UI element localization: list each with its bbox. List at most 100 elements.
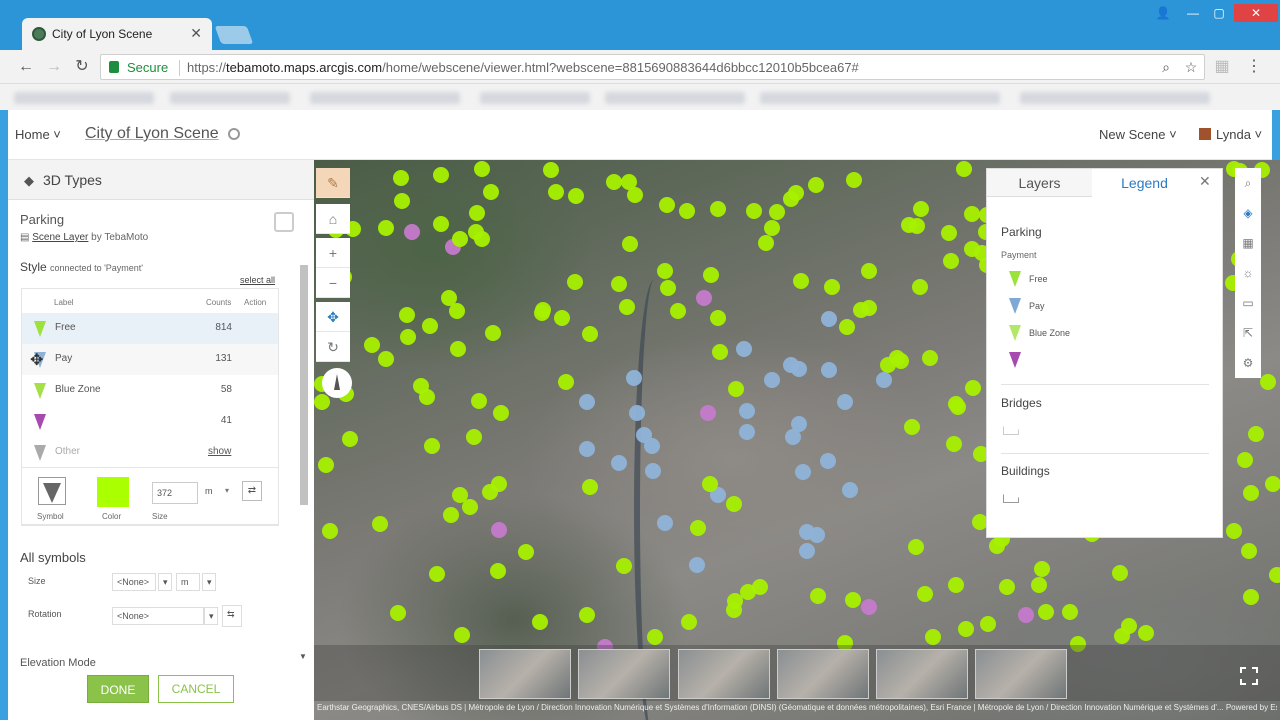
- parking-point[interactable]: [711, 344, 728, 361]
- parking-point[interactable]: [393, 192, 410, 209]
- parking-point[interactable]: [424, 437, 441, 454]
- parking-point[interactable]: [390, 604, 407, 621]
- parking-point[interactable]: [1242, 484, 1259, 501]
- parking-point[interactable]: [740, 583, 757, 600]
- bookmark-blurred[interactable]: [1020, 92, 1210, 104]
- parking-point[interactable]: [836, 394, 853, 411]
- parking-point[interactable]: [372, 515, 389, 532]
- parking-point[interactable]: [547, 184, 564, 201]
- tab-layers[interactable]: Layers: [987, 169, 1092, 197]
- parking-point[interactable]: [845, 592, 862, 609]
- parking-point[interactable]: [469, 205, 486, 222]
- parking-point[interactable]: [908, 539, 925, 556]
- parking-point[interactable]: [1269, 567, 1280, 584]
- slides-icon[interactable]: ▭: [1235, 288, 1261, 318]
- slide-thumbnail[interactable]: [578, 649, 670, 699]
- parking-point[interactable]: [1030, 577, 1047, 593]
- bookmark-blurred[interactable]: [480, 92, 590, 104]
- parking-point[interactable]: [861, 598, 878, 615]
- chevron-down-icon[interactable]: ▾: [202, 573, 216, 591]
- parking-point[interactable]: [1018, 607, 1035, 624]
- parking-point[interactable]: [739, 423, 756, 440]
- extension-icon[interactable]: ▦: [1212, 57, 1232, 77]
- share-icon[interactable]: ⇱: [1235, 318, 1261, 348]
- parking-point[interactable]: [916, 585, 933, 602]
- parking-point[interactable]: [581, 478, 598, 495]
- parking-point[interactable]: [1037, 603, 1054, 620]
- parking-point[interactable]: [611, 455, 628, 472]
- parking-point[interactable]: [889, 349, 906, 366]
- parking-point[interactable]: [696, 290, 713, 307]
- rotation-icon[interactable]: ⇆: [222, 605, 242, 627]
- back-icon[interactable]: ←: [16, 57, 36, 77]
- slide-thumbnail[interactable]: [479, 649, 571, 699]
- forward-icon[interactable]: →: [44, 57, 64, 77]
- parking-point[interactable]: [979, 615, 996, 632]
- parking-point[interactable]: [807, 176, 824, 193]
- parking-point[interactable]: [820, 452, 837, 469]
- settings-gear-icon[interactable]: ⚙: [1235, 348, 1261, 378]
- parking-point[interactable]: [322, 523, 339, 540]
- parking-point[interactable]: [963, 205, 980, 222]
- parking-point[interactable]: [413, 377, 430, 394]
- parking-point[interactable]: [764, 220, 781, 237]
- table-row[interactable]: Free 814: [22, 313, 278, 344]
- parking-point[interactable]: [820, 311, 837, 328]
- scroll-down-icon[interactable]: ▼: [299, 652, 307, 661]
- parking-point[interactable]: [728, 381, 745, 398]
- parking-point[interactable]: [809, 587, 826, 604]
- parking-point[interactable]: [947, 577, 964, 594]
- parking-point[interactable]: [378, 350, 394, 367]
- slide-thumbnail[interactable]: [975, 649, 1067, 699]
- zoom-in-icon[interactable]: +: [316, 238, 350, 268]
- parking-point[interactable]: [657, 263, 674, 280]
- parking-point[interactable]: [1138, 624, 1155, 641]
- parking-point[interactable]: [377, 219, 394, 236]
- parking-point[interactable]: [646, 629, 663, 646]
- refresh-icon[interactable]: ⇄: [242, 481, 262, 501]
- parking-point[interactable]: [622, 236, 639, 253]
- color-picker[interactable]: [97, 477, 129, 507]
- parking-point[interactable]: [860, 300, 877, 317]
- parking-point[interactable]: [342, 430, 359, 447]
- zoom-icon[interactable]: ⌕: [1156, 57, 1176, 77]
- parking-point[interactable]: [442, 507, 459, 524]
- edit-pencil-icon[interactable]: ✎: [316, 168, 350, 198]
- daylight-icon[interactable]: ☼: [1235, 258, 1261, 288]
- bookmark-blurred[interactable]: [310, 92, 460, 104]
- parking-point[interactable]: [1111, 564, 1128, 581]
- window-close-icon[interactable]: ✕: [1234, 4, 1278, 22]
- parking-point[interactable]: [998, 578, 1015, 595]
- zoom-out-icon[interactable]: −: [316, 268, 350, 298]
- parking-point[interactable]: [433, 167, 450, 184]
- parking-point[interactable]: [876, 371, 893, 388]
- parking-point[interactable]: [404, 224, 421, 241]
- parking-point[interactable]: [448, 302, 465, 319]
- slide-thumbnail[interactable]: [777, 649, 869, 699]
- parking-point[interactable]: [726, 601, 743, 618]
- close-icon[interactable]: ✕: [1199, 173, 1211, 190]
- parking-point[interactable]: [769, 204, 786, 221]
- parking-point[interactable]: [913, 201, 930, 218]
- user-profile-icon[interactable]: 👤: [1150, 4, 1176, 22]
- parking-point[interactable]: [922, 350, 939, 367]
- tab-close-icon[interactable]: ✕: [190, 25, 202, 42]
- parking-point[interactable]: [903, 419, 920, 436]
- parking-point[interactable]: [489, 563, 506, 580]
- parking-point[interactable]: [725, 496, 742, 513]
- parking-point[interactable]: [925, 628, 942, 645]
- parking-point[interactable]: [669, 303, 686, 320]
- move-cursor-icon[interactable]: ✥: [30, 350, 43, 370]
- parking-point[interactable]: [764, 371, 781, 388]
- parking-point[interactable]: [860, 263, 877, 280]
- parking-point[interactable]: [553, 309, 570, 326]
- user-menu[interactable]: Lynda ˅: [1199, 127, 1262, 142]
- parking-point[interactable]: [363, 337, 380, 354]
- bookmark-blurred[interactable]: [14, 92, 154, 104]
- parking-point[interactable]: [701, 475, 718, 492]
- parking-point[interactable]: [792, 272, 809, 289]
- slide-thumbnail[interactable]: [876, 649, 968, 699]
- done-button[interactable]: DONE: [87, 675, 149, 703]
- parking-point[interactable]: [945, 436, 962, 453]
- parking-point[interactable]: [798, 543, 815, 560]
